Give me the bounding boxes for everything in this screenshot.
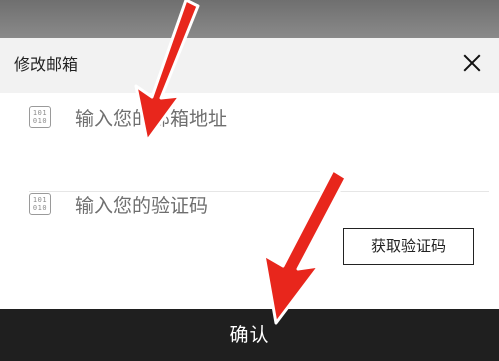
overlay-backdrop [0, 0, 499, 38]
get-verification-code-button[interactable]: 获取验证码 [343, 228, 474, 265]
email-row: 101 010 [0, 90, 499, 150]
dialog-header: 修改邮箱 [0, 38, 499, 93]
confirm-button[interactable]: 确认 [0, 309, 499, 361]
binary-keypad-icon: 101 010 [29, 193, 51, 215]
email-input[interactable] [73, 102, 457, 136]
close-icon[interactable] [459, 50, 485, 76]
binary-keypad-icon: 101 010 [29, 106, 51, 128]
verification-code-input[interactable] [73, 189, 337, 223]
dialog-title: 修改邮箱 [14, 55, 79, 74]
